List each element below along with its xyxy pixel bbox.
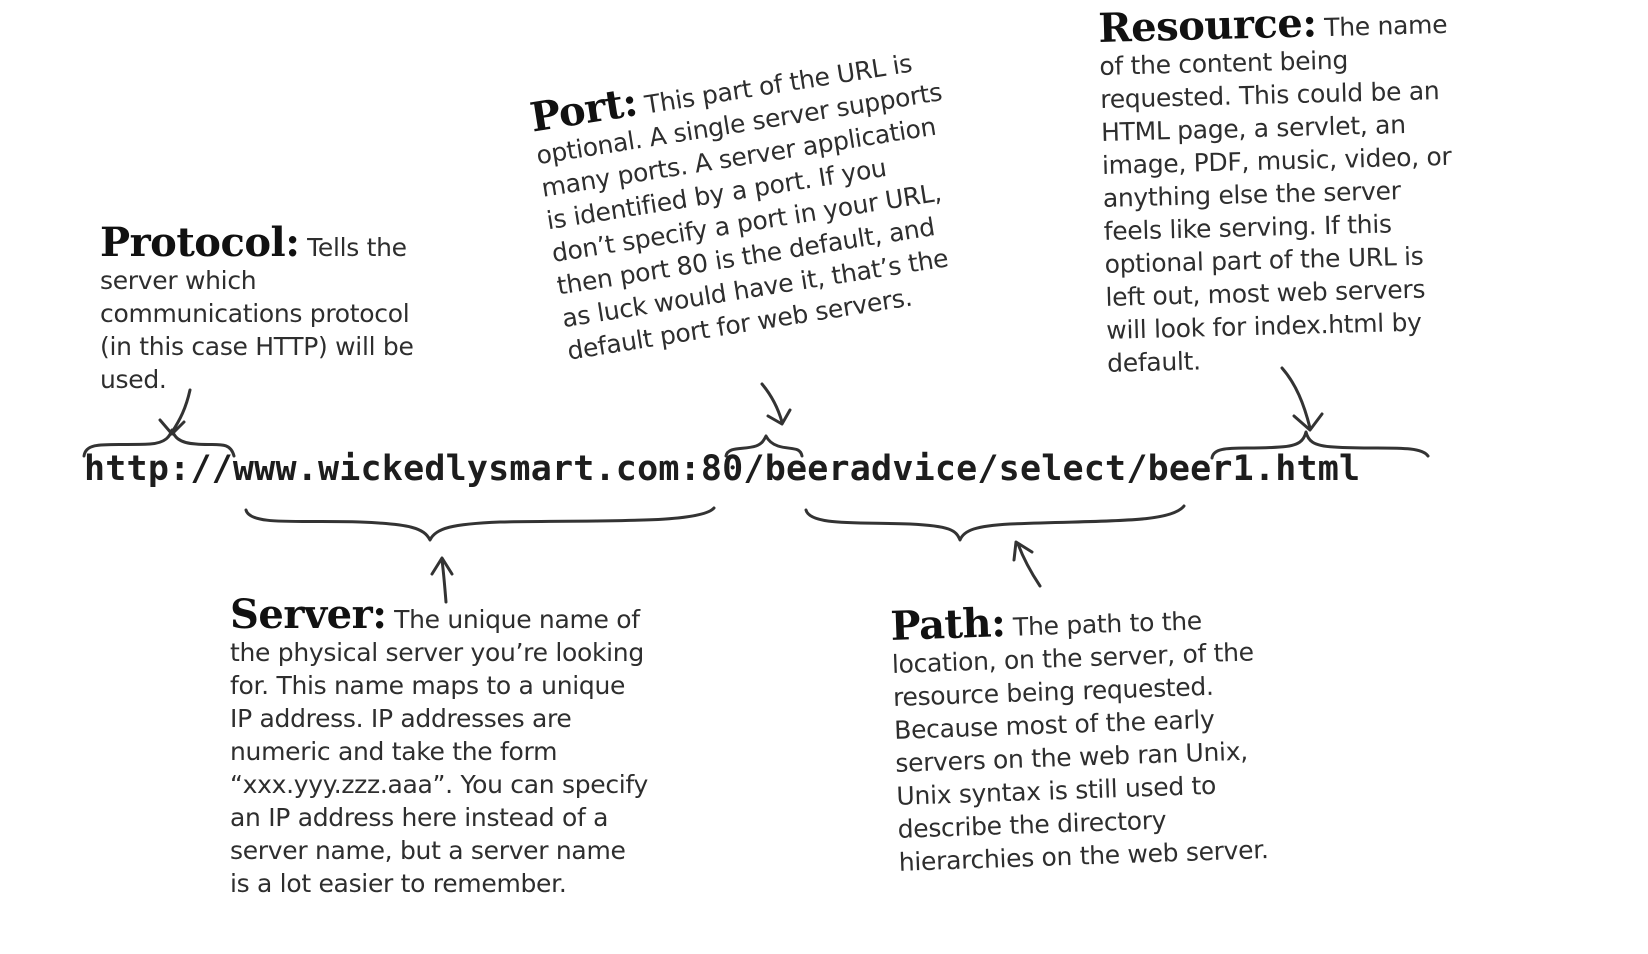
protocol-annotation: Protocol: Tells the server which communi… <box>100 219 414 395</box>
server-annotation: Server: The unique name of the physical … <box>230 591 648 899</box>
path-annotation: Path: The path to the location, on the s… <box>889 598 1269 877</box>
resource-arrow <box>1280 366 1324 432</box>
port-arrow <box>760 382 792 426</box>
protocol-term: Protocol <box>100 219 286 266</box>
resource-annotation: Resource: The name of the content being … <box>1097 0 1452 378</box>
server-term: Server <box>230 591 373 638</box>
server-arrow <box>430 556 454 604</box>
path-term: Path <box>889 599 992 650</box>
example-url: http://www.wickedlysmart.com:80/beeradvi… <box>84 449 1361 489</box>
resource-description: The name of the content being requested.… <box>1099 9 1452 378</box>
path-description: The path to the location, on the server,… <box>891 606 1269 877</box>
protocol-arrow <box>158 388 192 436</box>
server-brace <box>244 506 716 542</box>
server-description: The unique name of the physical server y… <box>230 605 648 898</box>
path-arrow <box>1012 540 1042 588</box>
path-brace <box>804 504 1186 542</box>
resource-term: Resource <box>1097 0 1303 52</box>
